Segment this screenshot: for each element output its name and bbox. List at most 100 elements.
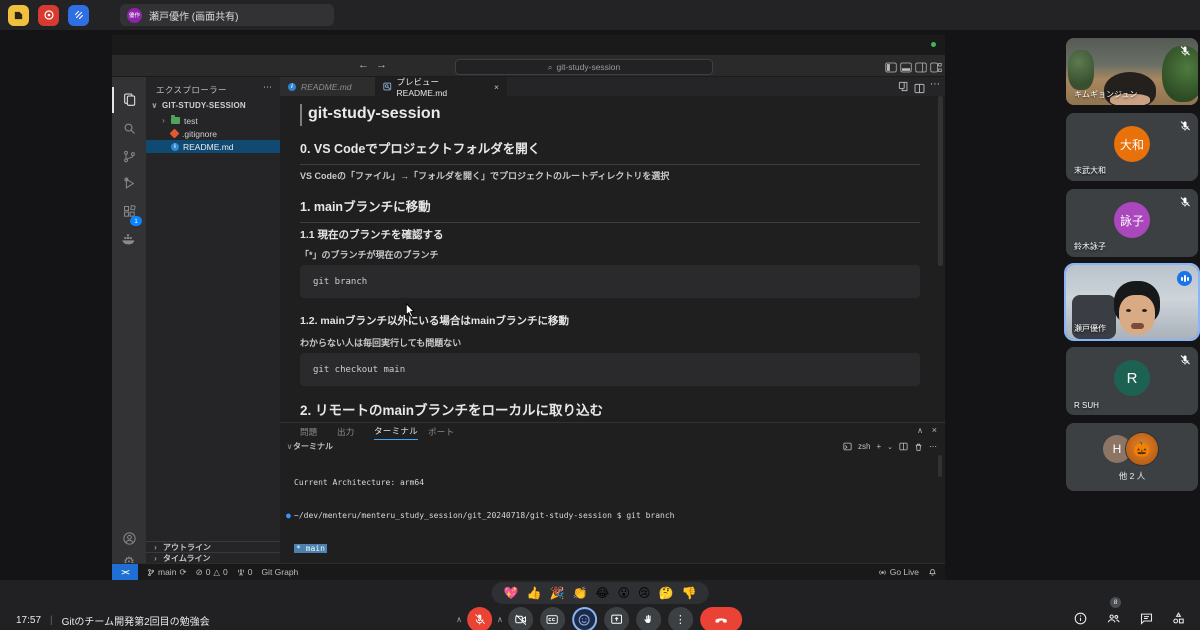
terminal-section-header: ∨ ターミナル zsh + ⌄ ⋯ [280,440,945,453]
raise-hand-button[interactable] [636,607,661,630]
markdown-preview: git-study-session 0. VS Codeでプロジェクトフォルダを… [280,96,945,422]
tree-root[interactable]: ∨ GIT-STUDY-SESSION [146,99,280,112]
radio-tower-icon [237,568,245,577]
panel-maximize-icon[interactable]: ∧ [917,426,923,435]
reaction-heart[interactable]: 💖 [504,586,519,600]
meet-bottom-bar: 💖 👍 🎉 👏 😂 😮 😢 🤔 👎 17:57 | Gitのチーム開発第2回目の… [0,580,1200,630]
layout-panel-right-icon[interactable] [915,60,927,78]
account-icon[interactable] [112,525,146,551]
chevron-down-icon[interactable]: ∨ [286,442,293,451]
explorer-more-icon[interactable]: ⋯ [263,82,272,93]
more-vertical-icon: ⋮ [675,613,686,626]
split-terminal-icon[interactable] [899,442,908,451]
reaction-thumbs-up[interactable]: 👍 [527,586,542,600]
activities-button[interactable] [1171,611,1186,630]
preview-h3-11: 1.1 現在のブランチを確認する [300,227,444,242]
reaction-laugh[interactable]: 😂 [595,586,609,600]
editor-more-icon[interactable]: ⋯ [930,79,940,90]
reactions-button[interactable] [572,607,597,630]
branch-status-item[interactable]: main ⟳ [147,567,187,578]
search-sidebar-icon[interactable] [112,115,146,141]
open-changes-icon[interactable] [898,81,909,94]
reaction-thinking[interactable]: 🤔 [658,586,673,600]
panel-tab-problems[interactable]: 問題 [300,423,318,440]
docker-icon[interactable] [112,226,146,252]
reaction-party[interactable]: 🎉 [550,586,565,600]
reactions-bar: 💖 👍 🎉 👏 😂 😮 😢 🤔 👎 [492,582,709,604]
mic-muted-icon [1179,353,1191,365]
tab-readme[interactable]: i README.md [280,77,375,96]
mic-options-chevron-icon[interactable]: ∧ [456,615,462,624]
remote-indicator[interactable]: >< [112,564,138,580]
notifications-bell[interactable] [928,567,937,577]
chevron-down-icon: ∨ [151,101,158,110]
preview-h1: git-study-session [308,105,440,123]
camera-options-chevron-icon[interactable]: ∧ [497,615,503,624]
error-count: 0 [206,567,211,577]
tree-item-gitignore[interactable]: .gitignore [146,127,280,140]
preview-code-2[interactable]: git checkout main [300,353,920,386]
terminal-line: Current Architecture: arm64 [286,477,936,488]
terminal-scrollbar[interactable] [938,455,942,477]
nav-forward-icon[interactable]: → [376,60,387,71]
kill-terminal-icon[interactable] [914,442,923,452]
mic-muted-icon [1179,119,1191,131]
new-terminal-icon[interactable]: + [876,442,881,451]
explorer-icon[interactable] [112,87,146,113]
reaction-clap[interactable]: 👏 [572,586,587,600]
tab-preview-readme[interactable]: プレビュー README.md × [375,77,507,96]
end-call-button[interactable] [700,607,742,630]
git-graph-status-item[interactable]: Git Graph [261,567,298,577]
camera-off-button[interactable] [508,607,533,630]
panel-close-icon[interactable]: × [932,425,937,435]
participant-tile-yamato[interactable]: 大和 末武大和 [1066,113,1198,181]
vscode-window: ← → ⌕ git-study-session 1 ⚙1 エクスプローラー ⋯ [112,35,945,580]
panel-tab-terminal[interactable]: ターミナル [374,423,418,440]
panel-tab-ports[interactable]: ポート [428,423,454,440]
go-live-status-item[interactable]: Go Live [878,567,919,577]
tree-item-test[interactable]: › test [146,114,280,127]
edit-app-icon[interactable] [68,5,89,26]
ports-status-item[interactable]: 0 [237,567,253,577]
extensions-icon[interactable]: 1 [112,198,146,224]
participant-tile-video[interactable]: キムギョンジュン [1066,38,1198,105]
people-button[interactable] [1105,611,1122,630]
captions-button[interactable] [540,607,565,630]
run-debug-icon[interactable] [112,170,146,196]
timeline-section[interactable]: › タイムライン [146,552,280,563]
panel-tab-output[interactable]: 出力 [337,423,355,440]
more-options-button[interactable]: ⋮ [668,607,693,630]
nav-back-icon[interactable]: ← [358,60,369,71]
command-center-search[interactable]: ⌕ git-study-session [455,59,713,75]
reaction-surprised[interactable]: 😮 [617,586,630,600]
participant-tile-speaker[interactable]: 瀬戸優作 [1066,265,1198,339]
terminal-dropdown-icon[interactable]: ⌄ [887,443,893,451]
preview-code-1[interactable]: git branch [300,265,920,298]
reaction-thumbs-down[interactable]: 👎 [681,586,696,600]
info-button[interactable] [1073,611,1088,630]
source-control-icon[interactable] [112,143,146,169]
terminal-more-icon[interactable]: ⋯ [929,442,937,451]
reaction-cry[interactable]: 😢 [638,586,651,600]
participant-tile-eiko[interactable]: 詠子 鈴木詠子 [1066,189,1198,257]
chat-button[interactable] [1139,611,1154,630]
tab-close-icon[interactable]: × [494,82,499,92]
participant-tile-others[interactable]: H 🎃 他 2 人 [1066,423,1198,491]
present-button[interactable] [604,607,629,630]
mic-mute-button[interactable] [467,607,492,630]
record-app-icon[interactable] [38,5,59,26]
participant-tile-rsuh[interactable]: R R SUH [1066,347,1198,415]
layout-panel-left-icon[interactable] [885,60,897,78]
presenter-pill[interactable]: 優作 瀬戸優作 (画面共有) [120,4,334,26]
outline-section[interactable]: › アウトライン [146,541,280,552]
problems-status-item[interactable]: ⊘ 0 △ 0 [196,567,228,578]
editor-scrollbar[interactable] [938,96,943,266]
layout-panel-bottom-icon[interactable] [900,60,912,78]
eye-left [1126,309,1131,312]
notes-app-icon[interactable] [8,5,29,26]
tree-item-readme-selected[interactable]: i README.md [146,140,280,153]
current-branch-highlight: * main [294,544,327,553]
layout-customize-icon[interactable] [930,60,942,78]
meeting-info: 17:57 | Gitのチーム開発第2回目の勉強会 [16,613,210,628]
preview-p-11: 「*」のブランチが現在のブランチ [300,248,439,261]
